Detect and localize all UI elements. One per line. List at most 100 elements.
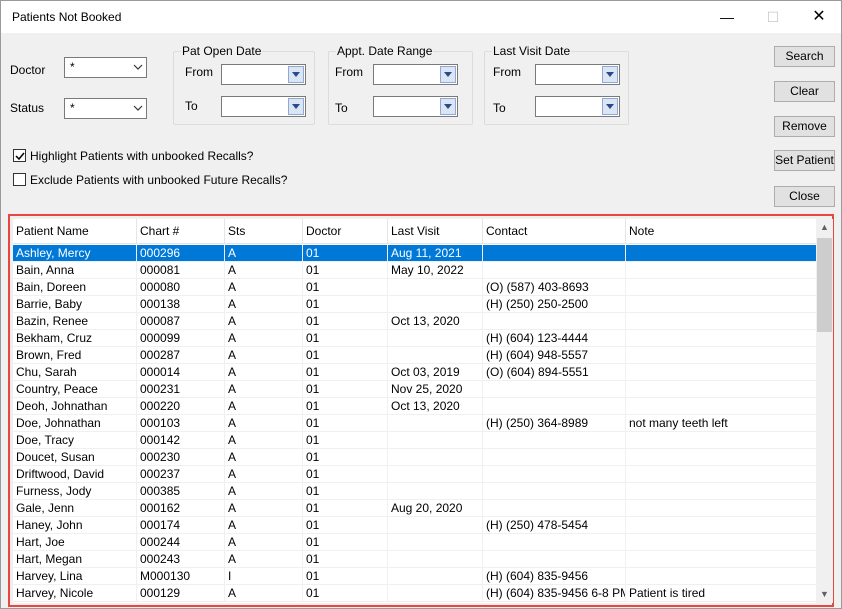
table-row[interactable]: Doe, Tracy 000142 A 01 — [13, 432, 817, 449]
table-row[interactable]: Bazin, Renee 000087 A 01 Oct 13, 2020 — [13, 313, 817, 330]
table-row[interactable]: Country, Peace 000231 A 01 Nov 25, 2020 — [13, 381, 817, 398]
table-row[interactable]: Harvey, Nicole 000129 A 01 (H) (604) 835-945… — [13, 585, 817, 602]
status-select-value: * — [70, 101, 75, 115]
table-row[interactable]: Driftwood, David 000237 A 01 — [13, 466, 817, 483]
scroll-thumb[interactable] — [817, 238, 832, 332]
cell-patient-name: Bain, Anna — [13, 262, 137, 279]
cell-patient-name: Brown, Fred — [13, 347, 137, 364]
table-row[interactable]: Brown, Fred 000287 A 01 (H) (604) 948-5557 — [13, 347, 817, 364]
appt-to-label: To — [335, 101, 348, 115]
dropdown-button[interactable] — [602, 66, 618, 83]
cell-note — [626, 381, 817, 398]
table-row[interactable]: Ashley, Mercy 000296 A 01 Aug 11, 2021 — [13, 245, 817, 262]
cell-patient-name: Gale, Jenn — [13, 500, 137, 517]
exclude-future-recalls-label[interactable]: Exclude Patients with unbooked Future Re… — [30, 173, 287, 187]
patients-grid[interactable]: Patient Name Chart # Sts Doctor Last Vis… — [13, 219, 817, 603]
appt-to-date[interactable] — [373, 96, 458, 117]
status-select[interactable]: * — [64, 98, 147, 119]
vertical-scrollbar[interactable]: ▲ ▼ — [816, 219, 833, 603]
cell-contact — [483, 398, 626, 415]
cell-note — [626, 279, 817, 296]
column-header-last-visit[interactable]: Last Visit — [388, 219, 483, 244]
minimize-button[interactable]: — — [704, 1, 750, 33]
table-row[interactable]: Bekham, Cruz 000099 A 01 (H) (604) 123-4444 — [13, 330, 817, 347]
cell-note — [626, 262, 817, 279]
cell-contact — [483, 449, 626, 466]
cell-contact: (H) (604) 835-9456 6-8 PM — [483, 585, 626, 602]
cell-last-visit — [388, 449, 483, 466]
title-bar: Patients Not Booked — ☐ ✕ — [1, 1, 841, 33]
table-row[interactable]: Gale, Jenn 000162 A 01 Aug 20, 2020 — [13, 500, 817, 517]
table-row[interactable]: Hart, Joe 000244 A 01 — [13, 534, 817, 551]
table-row[interactable]: Haney, John 000174 A 01 (H) (250) 478-5454 — [13, 517, 817, 534]
scroll-up-arrow-icon[interactable]: ▲ — [816, 219, 833, 236]
table-row[interactable]: Furness, Jody 000385 A 01 — [13, 483, 817, 500]
table-row[interactable]: Bain, Doreen 000080 A 01 (O) (587) 403-8693 — [13, 279, 817, 296]
cell-doctor: 01 — [303, 313, 388, 330]
set-patient-button[interactable]: Set Patient — [774, 150, 835, 171]
cell-sts: A — [225, 262, 303, 279]
doctor-select[interactable]: * — [64, 57, 147, 78]
table-row[interactable]: Deoh, Johnathan 000220 A 01 Oct 13, 2020 — [13, 398, 817, 415]
table-row[interactable]: Chu, Sarah 000014 A 01 Oct 03, 2019 (O) (604)… — [13, 364, 817, 381]
close-window-button[interactable]: ✕ — [796, 1, 842, 33]
maximize-button[interactable]: ☐ — [750, 1, 796, 33]
table-row[interactable]: Barrie, Baby 000138 A 01 (H) (250) 250-2500 — [13, 296, 817, 313]
table-row[interactable]: Hart, Megan 000243 A 01 — [13, 551, 817, 568]
dropdown-button[interactable] — [602, 98, 618, 115]
chevron-down-icon — [133, 64, 143, 70]
cell-sts: A — [225, 432, 303, 449]
table-row[interactable]: Harvey, Lina M000130 I 01 (H) (604) 835-9456 — [13, 568, 817, 585]
column-header-note[interactable]: Note — [626, 219, 817, 244]
cell-contact: (H) (250) 478-5454 — [483, 517, 626, 534]
clear-button[interactable]: Clear — [774, 81, 835, 102]
cell-doctor: 01 — [303, 364, 388, 381]
table-row[interactable]: Doucet, Susan 000230 A 01 — [13, 449, 817, 466]
column-header-contact[interactable]: Contact — [483, 219, 626, 244]
cell-contact — [483, 262, 626, 279]
column-header-sts[interactable]: Sts — [225, 219, 303, 244]
cell-last-visit — [388, 432, 483, 449]
cell-chart: 000237 — [137, 466, 225, 483]
cell-last-visit: May 10, 2022 — [388, 262, 483, 279]
search-button[interactable]: Search — [774, 46, 835, 67]
dropdown-button[interactable] — [440, 66, 456, 83]
pat-open-to-date[interactable] — [221, 96, 306, 117]
cell-last-visit — [388, 585, 483, 602]
dropdown-button[interactable] — [288, 98, 304, 115]
cell-chart: 000142 — [137, 432, 225, 449]
last-visit-date-title: Last Visit Date — [492, 44, 572, 58]
exclude-future-recalls-checkbox[interactable] — [13, 173, 26, 186]
dropdown-button[interactable] — [288, 66, 304, 83]
last-visit-from-date[interactable] — [535, 64, 620, 85]
cell-patient-name: Bain, Doreen — [13, 279, 137, 296]
column-header-doctor[interactable]: Doctor — [303, 219, 388, 244]
cell-doctor: 01 — [303, 262, 388, 279]
appt-from-date[interactable] — [373, 64, 458, 85]
last-visit-to-date[interactable] — [535, 96, 620, 117]
remove-button[interactable]: Remove — [774, 116, 835, 137]
cell-note — [626, 432, 817, 449]
highlight-recalls-checkbox[interactable] — [13, 149, 26, 162]
cell-note — [626, 245, 817, 262]
cell-contact — [483, 381, 626, 398]
column-header-chart[interactable]: Chart # — [137, 219, 225, 244]
close-button[interactable]: Close — [774, 186, 835, 207]
highlight-recalls-label[interactable]: Highlight Patients with unbooked Recalls… — [30, 149, 253, 163]
pat-open-from-date[interactable] — [221, 64, 306, 85]
appt-date-range-group: Appt. Date Range From To — [328, 44, 473, 125]
cell-sts: A — [225, 330, 303, 347]
cell-sts: A — [225, 245, 303, 262]
column-header-patient-name[interactable]: Patient Name — [13, 219, 137, 244]
cell-doctor: 01 — [303, 517, 388, 534]
scroll-down-arrow-icon[interactable]: ▼ — [816, 586, 833, 603]
table-row[interactable]: Bain, Anna 000081 A 01 May 10, 2022 — [13, 262, 817, 279]
cell-sts: A — [225, 517, 303, 534]
chevron-down-icon — [133, 105, 143, 111]
table-row[interactable]: Doe, Johnathan 000103 A 01 (H) (250) 364-898… — [13, 415, 817, 432]
cell-contact — [483, 245, 626, 262]
cell-contact: (H) (250) 364-8989 — [483, 415, 626, 432]
cell-patient-name: Haney, John — [13, 517, 137, 534]
dropdown-button[interactable] — [440, 98, 456, 115]
grid-rows: Ashley, Mercy 000296 A 01 Aug 11, 2021 Bain, … — [13, 245, 817, 602]
